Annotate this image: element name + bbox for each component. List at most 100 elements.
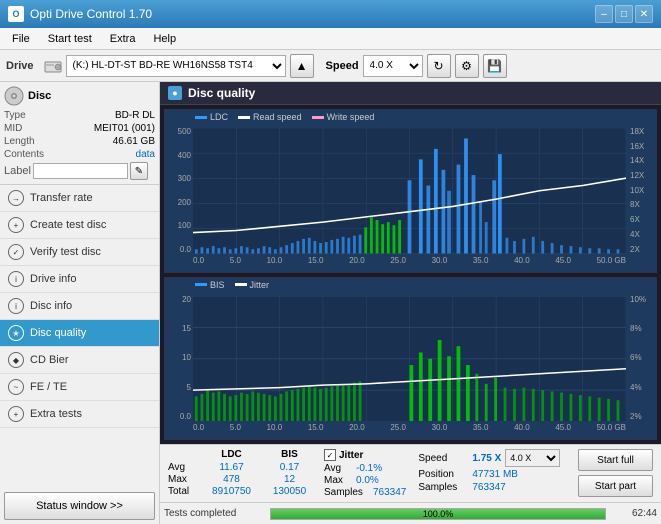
jitter-checkbox[interactable]: ✓ (324, 449, 336, 461)
nav-transfer-rate[interactable]: → Transfer rate (0, 185, 159, 212)
speed-row: Speed 1.75 X 4.0 X (418, 449, 560, 467)
maximize-button[interactable]: □ (615, 5, 633, 23)
nav-icon-disc-quality: ★ (8, 325, 24, 341)
title-controls: – □ ✕ (595, 5, 653, 23)
app-title: Opti Drive Control 1.70 (30, 7, 152, 21)
legend-jitter-color (235, 283, 247, 286)
minimize-button[interactable]: – (595, 5, 613, 23)
stats-max-ldc: 478 (204, 474, 259, 485)
legend-read-speed: Read speed (238, 112, 302, 122)
speed-select[interactable]: 4.0 X (363, 55, 423, 77)
label-input[interactable] (33, 163, 128, 179)
save-button[interactable]: 💾 (483, 54, 507, 78)
drive-toolbar: Drive (K:) HL-DT-ST BD-RE WH16NS58 TST4 … (0, 50, 661, 82)
settings-button[interactable]: ⚙ (455, 54, 479, 78)
disc-length-val: 46.61 GB (113, 136, 155, 147)
disc-type-val: BD-R DL (115, 110, 155, 121)
disc-contents-key: Contents (4, 149, 44, 160)
nav-label-transfer-rate: Transfer rate (30, 192, 93, 204)
nav-icon-create: + (8, 217, 24, 233)
jitter-max-key: Max (324, 475, 352, 486)
nav-disc-quality[interactable]: ★ Disc quality (0, 320, 159, 347)
chart1-y-axis-left: 500 400 300 200 100 0.0 (165, 128, 193, 254)
disc-contents-val: data (136, 149, 155, 160)
legend-jitter: Jitter (235, 280, 270, 290)
content-area: ● Disc quality LDC Read speed (160, 82, 661, 524)
speed-position-section: Speed 1.75 X 4.0 X Position 47731 MB Sam… (418, 449, 560, 493)
nav-label-extra: Extra tests (30, 408, 82, 420)
refresh-button[interactable]: ↻ (427, 54, 451, 78)
nav-drive-info[interactable]: i Drive info (0, 266, 159, 293)
disc-label-key: Label (4, 165, 31, 177)
nav-fe-te[interactable]: ~ FE / TE (0, 374, 159, 401)
legend-bis-color (195, 283, 207, 286)
stats-jitter-section: ✓ Jitter Avg -0.1% Max 0.0% Samples 7633… (324, 449, 406, 498)
chart2-x-axis: 0.0 5.0 10.0 15.0 20.0 25.0 30.0 35.0 40… (193, 421, 626, 439)
stats-avg-ldc: 11.67 (204, 462, 259, 473)
nav-label-fe-te: FE / TE (30, 381, 67, 393)
time-display: 62:44 (612, 508, 657, 519)
drive-select[interactable]: (K:) HL-DT-ST BD-RE WH16NS58 TST4 (66, 55, 286, 77)
nav-icon-cd-bier: ◆ (8, 352, 24, 368)
stats-area: LDC BIS Avg 11.67 0.17 Max 478 12 Total … (160, 444, 661, 502)
nav-extra-tests[interactable]: + Extra tests (0, 401, 159, 428)
nav-disc-info[interactable]: i Disc info (0, 293, 159, 320)
jitter-max-val: 0.0% (356, 475, 379, 486)
chart-ldc-legend: LDC Read speed Write speed (195, 112, 374, 122)
disc-mid-row: MID MEIT01 (001) (4, 123, 155, 134)
nav-icon-disc-info: i (8, 298, 24, 314)
stats-total-ldc: 8910750 (204, 486, 259, 497)
disc-quality-header: ● Disc quality (160, 82, 661, 105)
nav-label-disc-quality: Disc quality (30, 327, 86, 339)
nav-label-verify: Verify test disc (30, 246, 101, 258)
stats-header-ldc: LDC (204, 449, 259, 460)
eject-button[interactable]: ▲ (290, 54, 314, 78)
start-buttons: Start full Start part (578, 449, 653, 497)
jitter-avg-row: Avg -0.1% (324, 463, 406, 474)
disc-length-key: Length (4, 136, 35, 147)
nav-create-test-disc[interactable]: + Create test disc (0, 212, 159, 239)
speed-label: Speed (326, 60, 359, 72)
menu-extra[interactable]: Extra (102, 30, 144, 48)
chart1-inner (193, 128, 626, 254)
chart2-y-axis-left: 20 15 10 5 0.0 (165, 296, 193, 422)
menu-file[interactable]: File (4, 30, 38, 48)
nav-verify-test-disc[interactable]: ✓ Verify test disc (0, 239, 159, 266)
legend-ldc: LDC (195, 112, 228, 122)
nav-icon-transfer-rate: → (8, 190, 24, 206)
jitter-header-row: ✓ Jitter (324, 449, 406, 461)
app-icon: O (8, 6, 24, 22)
disc-svg-icon (4, 86, 24, 106)
progress-bar: 100.0% (270, 508, 606, 520)
drive-icon (42, 55, 64, 77)
chart2-inner (193, 296, 626, 422)
close-button[interactable]: ✕ (635, 5, 653, 23)
jitter-max-row: Max 0.0% (324, 475, 406, 486)
menu-help[interactable]: Help (145, 30, 184, 48)
menu-start-test[interactable]: Start test (40, 30, 100, 48)
chart2-y-axis-right: 10% 8% 6% 4% 2% (628, 296, 656, 422)
nav-label-create: Create test disc (30, 219, 106, 231)
jitter-label: Jitter (339, 450, 363, 461)
disc-label: Disc (28, 90, 51, 102)
legend-write-speed: Write speed (312, 112, 375, 122)
start-part-button[interactable]: Start part (578, 475, 653, 497)
position-row: Position 47731 MB (418, 469, 560, 480)
status-window-button[interactable]: Status window >> (4, 492, 155, 520)
label-edit-button[interactable]: ✎ (130, 162, 148, 180)
stats-max-row: Max 478 12 (168, 474, 312, 485)
nav-cd-bier[interactable]: ◆ CD Bier (0, 347, 159, 374)
samples-row: Samples 763347 (418, 482, 560, 493)
nav-label-disc-info: Disc info (30, 300, 72, 312)
samples-key: Samples (418, 482, 468, 493)
speed-type-select[interactable]: 4.0 X (505, 449, 560, 467)
disc-mid-val: MEIT01 (001) (94, 123, 155, 134)
disc-mid-key: MID (4, 123, 22, 134)
menu-bar: File Start test Extra Help (0, 28, 661, 50)
stats-header-bis: BIS (267, 449, 312, 460)
jitter-samples-key: Samples (324, 487, 369, 498)
disc-type-key: Type (4, 110, 26, 121)
disc-info-panel: Disc Type BD-R DL MID MEIT01 (001) Lengt… (0, 82, 159, 185)
speed-key: Speed (418, 453, 468, 464)
start-full-button[interactable]: Start full (578, 449, 653, 471)
